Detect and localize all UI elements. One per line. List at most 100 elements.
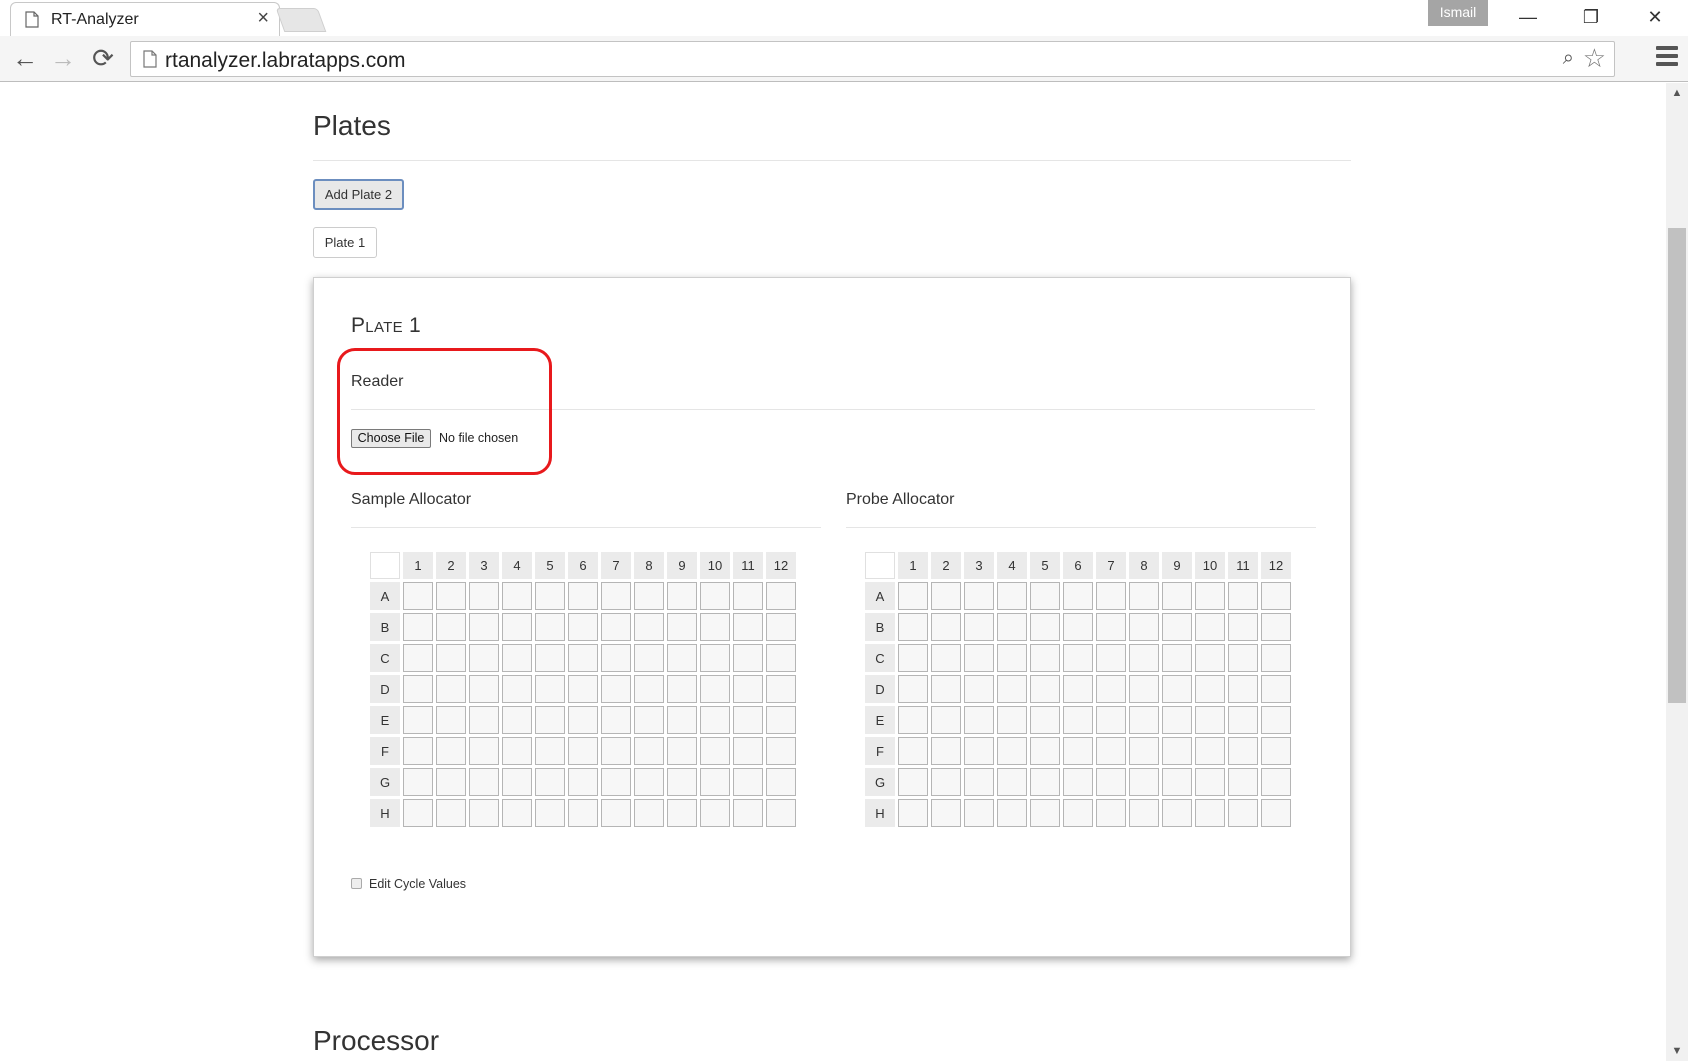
sample-well[interactable] bbox=[469, 768, 499, 796]
zoom-icon[interactable]: ⌕ bbox=[1563, 47, 1574, 70]
restore-icon[interactable]: ❐ bbox=[1566, 0, 1616, 36]
reload-icon[interactable]: ⟳ bbox=[88, 44, 118, 74]
probe-well[interactable] bbox=[898, 768, 928, 796]
probe-well[interactable] bbox=[931, 768, 961, 796]
edit-cycle-checkbox[interactable] bbox=[351, 878, 362, 889]
probe-well[interactable] bbox=[964, 768, 994, 796]
probe-well[interactable] bbox=[997, 675, 1027, 703]
probe-well[interactable] bbox=[1030, 644, 1060, 672]
probe-well[interactable] bbox=[997, 768, 1027, 796]
probe-well[interactable] bbox=[1030, 675, 1060, 703]
sample-well[interactable] bbox=[733, 737, 763, 765]
probe-well[interactable] bbox=[1096, 613, 1126, 641]
sample-well[interactable] bbox=[568, 768, 598, 796]
sample-well[interactable] bbox=[535, 799, 565, 827]
probe-well[interactable] bbox=[898, 582, 928, 610]
page-scrollbar[interactable]: ▲ ▼ bbox=[1666, 83, 1688, 1061]
probe-well[interactable] bbox=[931, 706, 961, 734]
probe-well[interactable] bbox=[1129, 644, 1159, 672]
probe-well[interactable] bbox=[1063, 737, 1093, 765]
sample-well[interactable] bbox=[469, 582, 499, 610]
probe-well[interactable] bbox=[1030, 706, 1060, 734]
sample-well[interactable] bbox=[568, 675, 598, 703]
probe-well[interactable] bbox=[997, 613, 1027, 641]
probe-well[interactable] bbox=[1129, 582, 1159, 610]
probe-well[interactable] bbox=[898, 613, 928, 641]
probe-well[interactable] bbox=[1096, 768, 1126, 796]
sample-well[interactable] bbox=[403, 675, 433, 703]
probe-well[interactable] bbox=[898, 737, 928, 765]
sample-well[interactable] bbox=[469, 799, 499, 827]
probe-well[interactable] bbox=[931, 675, 961, 703]
probe-well[interactable] bbox=[931, 737, 961, 765]
probe-well[interactable] bbox=[1030, 799, 1060, 827]
minimize-icon[interactable]: — bbox=[1503, 0, 1553, 36]
probe-well[interactable] bbox=[964, 706, 994, 734]
sample-well[interactable] bbox=[535, 582, 565, 610]
sample-well[interactable] bbox=[436, 706, 466, 734]
sample-well[interactable] bbox=[700, 644, 730, 672]
sample-well[interactable] bbox=[601, 737, 631, 765]
probe-well[interactable] bbox=[1162, 613, 1192, 641]
back-icon[interactable]: ← bbox=[10, 44, 40, 74]
probe-well[interactable] bbox=[1195, 799, 1225, 827]
probe-well[interactable] bbox=[898, 799, 928, 827]
sample-well[interactable] bbox=[601, 768, 631, 796]
probe-well[interactable] bbox=[997, 706, 1027, 734]
probe-well[interactable] bbox=[898, 706, 928, 734]
probe-well[interactable] bbox=[1063, 675, 1093, 703]
sample-well[interactable] bbox=[766, 582, 796, 610]
forward-icon[interactable]: → bbox=[48, 44, 78, 74]
sample-well[interactable] bbox=[667, 737, 697, 765]
sample-well[interactable] bbox=[403, 613, 433, 641]
probe-well[interactable] bbox=[1096, 675, 1126, 703]
address-bar[interactable]: rtanalyzer.labratapps.com ⌕ ☆ bbox=[130, 41, 1615, 77]
sample-well[interactable] bbox=[568, 706, 598, 734]
sample-well[interactable] bbox=[601, 582, 631, 610]
probe-well[interactable] bbox=[1162, 582, 1192, 610]
scroll-down-icon[interactable]: ▼ bbox=[1666, 1045, 1688, 1057]
probe-well[interactable] bbox=[1261, 644, 1291, 672]
sample-well[interactable] bbox=[634, 644, 664, 672]
probe-well[interactable] bbox=[964, 582, 994, 610]
probe-well[interactable] bbox=[1261, 613, 1291, 641]
sample-well[interactable] bbox=[568, 644, 598, 672]
probe-well[interactable] bbox=[1096, 799, 1126, 827]
probe-well[interactable] bbox=[1261, 799, 1291, 827]
probe-well[interactable] bbox=[1195, 675, 1225, 703]
probe-well[interactable] bbox=[997, 737, 1027, 765]
probe-well[interactable] bbox=[1195, 613, 1225, 641]
probe-well[interactable] bbox=[1162, 706, 1192, 734]
probe-well[interactable] bbox=[964, 644, 994, 672]
sample-well[interactable] bbox=[766, 644, 796, 672]
sample-well[interactable] bbox=[700, 768, 730, 796]
sample-well[interactable] bbox=[502, 582, 532, 610]
probe-well[interactable] bbox=[1261, 706, 1291, 734]
sample-well[interactable] bbox=[502, 799, 532, 827]
sample-well[interactable] bbox=[436, 768, 466, 796]
sample-well[interactable] bbox=[601, 706, 631, 734]
sample-well[interactable] bbox=[733, 768, 763, 796]
sample-well[interactable] bbox=[700, 582, 730, 610]
sample-well[interactable] bbox=[634, 675, 664, 703]
edit-cycle-values[interactable]: Edit Cycle Values bbox=[351, 877, 466, 891]
probe-well[interactable] bbox=[997, 799, 1027, 827]
probe-well[interactable] bbox=[1228, 706, 1258, 734]
probe-well[interactable] bbox=[1129, 675, 1159, 703]
sample-well[interactable] bbox=[700, 675, 730, 703]
sample-well[interactable] bbox=[568, 582, 598, 610]
probe-well[interactable] bbox=[1261, 582, 1291, 610]
sample-well[interactable] bbox=[634, 768, 664, 796]
sample-well[interactable] bbox=[634, 799, 664, 827]
sample-well[interactable] bbox=[766, 799, 796, 827]
sample-well[interactable] bbox=[667, 582, 697, 610]
sample-well[interactable] bbox=[403, 644, 433, 672]
sample-well[interactable] bbox=[601, 613, 631, 641]
plate-tab-1[interactable]: Plate 1 bbox=[313, 227, 377, 258]
sample-well[interactable] bbox=[469, 613, 499, 641]
probe-well[interactable] bbox=[1162, 799, 1192, 827]
sample-well[interactable] bbox=[667, 768, 697, 796]
sample-well[interactable] bbox=[535, 768, 565, 796]
sample-well[interactable] bbox=[502, 613, 532, 641]
probe-well[interactable] bbox=[1228, 644, 1258, 672]
